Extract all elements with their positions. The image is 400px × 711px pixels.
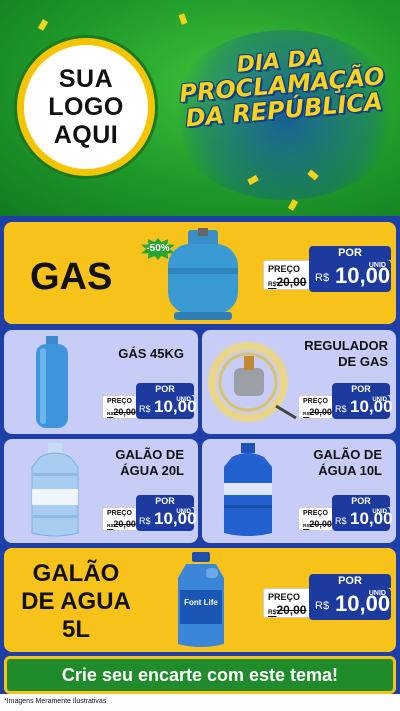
logo-line: SUA	[58, 65, 114, 93]
gas-cylinder-icon	[168, 228, 238, 320]
unit-label: UNID	[368, 590, 386, 597]
product-name: GAS	[30, 256, 113, 298]
product-card-gas-45kg[interactable]: GÁS 45KG POR PREÇO R$20,00 R$ 10,00 UNID	[4, 330, 198, 434]
unit-label: UNID	[176, 509, 191, 515]
por-label: POR	[332, 383, 390, 395]
por-label: POR	[309, 574, 391, 588]
old-price-box: PREÇO R$20,00	[102, 395, 138, 419]
bottle-brand-label: Font Life	[184, 598, 218, 607]
old-price: R$20,00	[268, 603, 307, 617]
old-price-box: PREÇO R$20,00	[263, 588, 313, 618]
new-price-box: R$ 10,00 UNID	[332, 395, 393, 419]
product-name: GÁS 45KG	[118, 346, 184, 361]
water-jug-10l-icon	[224, 443, 272, 536]
por-label: POR	[332, 495, 390, 507]
price-tag: POR PREÇO R$20,00 R$ 10,00 UNID	[102, 495, 197, 531]
confetti	[178, 13, 188, 25]
currency: R$	[335, 516, 347, 526]
old-price: R$20,00	[303, 519, 332, 529]
unit-label: UNID	[372, 509, 387, 515]
price-tag: POR PREÇO R$20,00 R$ 10,00 UNID	[102, 383, 197, 419]
new-price-box: R$ 10,00 UNID	[136, 395, 197, 419]
new-price-box: R$ 10,00 UNID	[332, 507, 393, 531]
preco-label: PREÇO	[107, 398, 132, 405]
price-tag: POR PREÇO R$20,00 R$ 10,00 UNID	[298, 495, 393, 531]
confetti	[37, 19, 49, 31]
product-name: GALÃO DE ÁGUA 20L	[115, 447, 184, 478]
old-price: R$20,00	[107, 519, 136, 529]
preco-label: PREÇO	[268, 264, 301, 274]
product-card-regulador[interactable]: REGULADOR DE GAS POR PREÇO R$20,00 R$ 10…	[202, 330, 396, 434]
currency: R$	[315, 272, 330, 284]
currency: R$	[315, 600, 330, 612]
unit-label: UNID	[176, 397, 191, 403]
product-card-gas[interactable]: GAS -50% POR PREÇO R$20,00 R$ 10,00 UNID	[4, 222, 396, 324]
disclaimer-note: *Imagens Meramente Ilustrativas	[4, 698, 107, 705]
old-price-box: PREÇO R$20,00	[102, 507, 138, 531]
unit-label: UNID	[368, 262, 386, 269]
product-name: GALÃO DE AGUA 5L	[21, 560, 131, 643]
unit-label: UNID	[372, 397, 387, 403]
product-card-galao-10l[interactable]: GALÃO DE ÁGUA 10L POR PREÇO R$20,00 R$ 1…	[202, 439, 396, 543]
currency: R$	[139, 404, 151, 414]
new-price-box: R$ 10,00 UNID	[309, 260, 391, 292]
header-banner: SUA LOGO AQUI DIA DA PROCLAMAÇÃO DA REPÚ…	[0, 0, 400, 216]
old-price-box: PREÇO R$20,00	[298, 395, 334, 419]
new-price-box: R$ 10,00 UNID	[136, 507, 197, 531]
old-price: R$20,00	[107, 407, 136, 417]
old-price: R$20,00	[268, 275, 307, 289]
product-name: REGULADOR DE GAS	[304, 338, 388, 369]
preco-label: PREÇO	[303, 398, 328, 405]
logo-placeholder[interactable]: SUA LOGO AQUI	[17, 38, 155, 176]
old-price: R$20,00	[303, 407, 332, 417]
old-price-box: PREÇO R$20,00	[298, 507, 334, 531]
confetti	[287, 199, 299, 211]
cta-banner[interactable]: Crie seu encarte com este tema!	[4, 656, 396, 694]
por-label: POR	[136, 495, 194, 507]
product-name: GALÃO DE ÁGUA 10L	[313, 447, 382, 478]
logo-line: AQUI	[53, 121, 119, 149]
new-price-box: R$ 10,00 UNID	[309, 588, 391, 620]
currency: R$	[139, 516, 151, 526]
price-tag: POR PREÇO R$20,00 R$ 10,00 UNID	[298, 383, 393, 419]
preco-label: PREÇO	[107, 510, 132, 517]
price-tag: POR PREÇO R$20,00 R$ 10,00 UNID	[263, 574, 391, 620]
old-price-box: PREÇO R$20,00	[263, 260, 313, 290]
water-jug-20l-icon	[31, 443, 79, 537]
product-card-galao-5l[interactable]: GALÃO DE AGUA 5L Font Life POR PREÇO R$2…	[4, 548, 396, 652]
product-card-galao-20l[interactable]: GALÃO DE ÁGUA 20L POR PREÇO R$20,00 R$ 1…	[4, 439, 198, 543]
price-tag: POR PREÇO R$20,00 R$ 10,00 UNID	[263, 246, 391, 292]
por-label: POR	[136, 383, 194, 395]
preco-label: PREÇO	[303, 510, 328, 517]
currency: R$	[335, 404, 347, 414]
tall-gas-cylinder-icon	[36, 336, 68, 428]
gas-regulator-icon	[208, 342, 297, 422]
preco-label: PREÇO	[268, 592, 301, 602]
logo-line: LOGO	[48, 93, 124, 121]
por-label: POR	[309, 246, 391, 260]
